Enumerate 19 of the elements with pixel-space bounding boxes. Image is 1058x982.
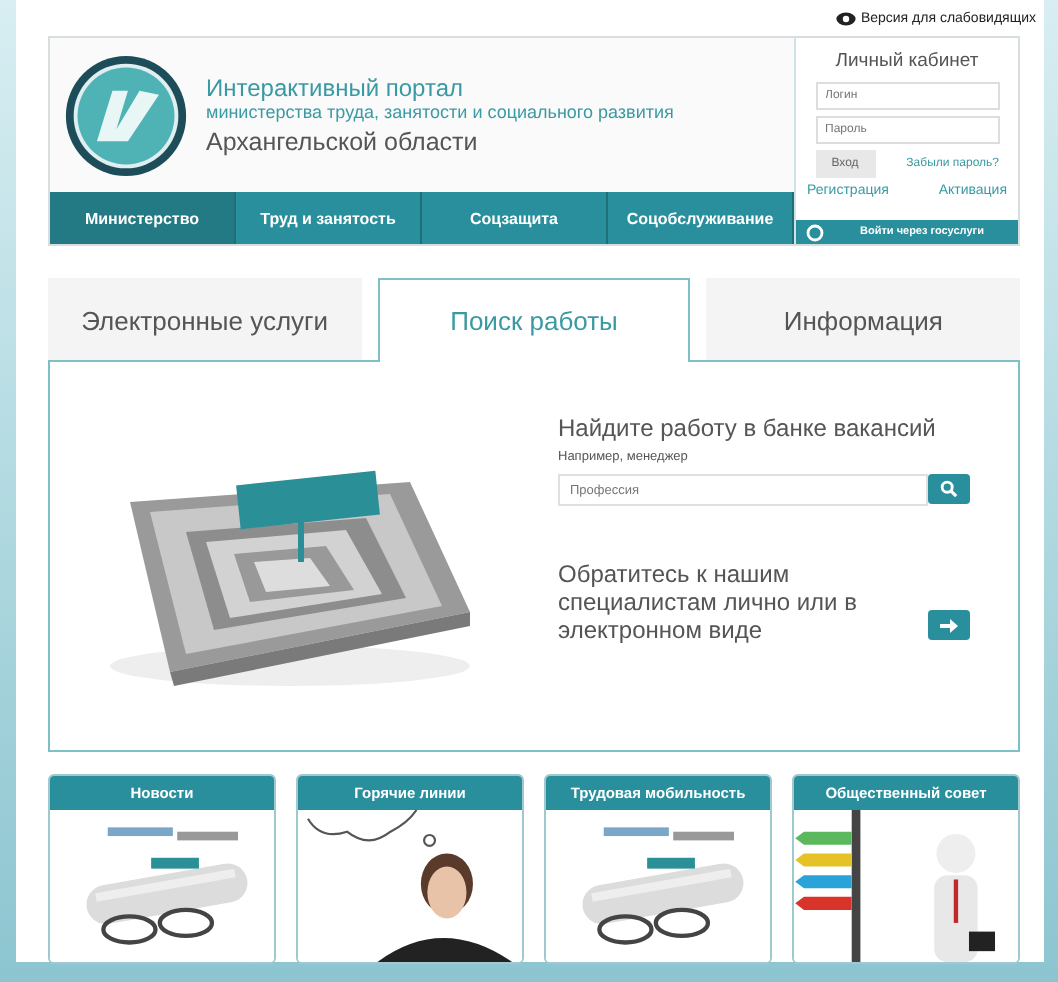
contact-text: Обратитесь к нашим специалистам лично или в электронном виде — [558, 562, 859, 645]
login-title: Личный кабинет — [835, 50, 979, 72]
search-icon — [940, 480, 958, 498]
logo-icon — [62, 51, 190, 179]
search-button[interactable] — [928, 474, 970, 504]
arrow-button[interactable] — [928, 610, 970, 641]
eye-icon — [836, 11, 857, 25]
circle-icon — [806, 223, 824, 241]
search-heading: Найдите работу в банке вакансий — [558, 414, 938, 442]
region-title: Архангельской области — [206, 128, 480, 156]
nav-tab[interactable]: Труд и занятость — [236, 192, 422, 244]
arrow-right-icon — [940, 617, 958, 634]
section-tab[interactable]: Поиск работы — [377, 278, 691, 362]
portal-subtitle: министерства труда, занятости и социального развития — [206, 102, 674, 122]
nav-tab[interactable]: Министерство — [50, 192, 236, 244]
section-tab[interactable]: Электронные услуги — [48, 278, 362, 360]
nav-tab[interactable]: Соцзащита — [422, 192, 608, 244]
portal-title: Интерактивный портал — [206, 74, 466, 102]
section-tab[interactable]: Информация — [706, 278, 1021, 360]
